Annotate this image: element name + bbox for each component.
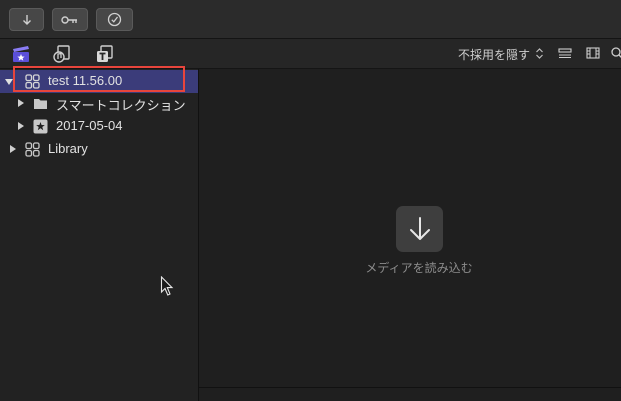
disclosure-triangle-closed-icon[interactable]: [17, 99, 25, 107]
app-window: 不採用を隠す test 11.56.00 スマートコレクション 2017-05-…: [0, 0, 621, 401]
background-tasks-button[interactable]: [96, 8, 133, 31]
download-arrow-icon: [22, 14, 31, 25]
library-grid-icon: [25, 142, 40, 157]
sidebar-item-event-2017-05-04[interactable]: 2017-05-04: [0, 115, 198, 138]
disclosure-triangle-closed-icon[interactable]: [9, 145, 17, 153]
keywords-button[interactable]: [52, 8, 88, 31]
import-media-button[interactable]: [396, 206, 443, 252]
search-icon[interactable]: [610, 46, 621, 60]
filmstrip-view-icon[interactable]: [586, 46, 600, 60]
disclosure-triangle-closed-icon[interactable]: [17, 122, 25, 130]
sidebar-item-library[interactable]: Library: [0, 138, 198, 161]
photos-audio-icon[interactable]: [52, 44, 72, 64]
clip-filter-label[interactable]: 不採用を隠す: [458, 46, 530, 63]
titles-generators-icon[interactable]: [95, 44, 115, 64]
folder-icon: [34, 99, 47, 109]
key-icon: [61, 15, 77, 24]
event-grid-icon: [25, 74, 40, 89]
checkmark-circle-icon: [107, 12, 122, 27]
sidebar-item-event-test[interactable]: test 11.56.00: [0, 70, 198, 93]
browser-bottom-divider: [199, 387, 621, 388]
disclosure-triangle-open-icon[interactable]: [5, 78, 13, 86]
import-media-label: メディアを読み込む: [365, 261, 473, 275]
libraries-clapper-icon[interactable]: [11, 44, 31, 64]
media-browser: メディアを読み込む: [199, 69, 621, 401]
libraries-sidebar: test 11.56.00 スマートコレクション 2017-05-04 Libr…: [0, 69, 199, 401]
sidebar-item-label: 2017-05-04: [56, 118, 123, 133]
mouse-pointer-icon: [160, 276, 174, 296]
chevron-updown-icon[interactable]: [535, 47, 544, 60]
star-event-icon: [33, 119, 48, 134]
list-view-icon[interactable]: [558, 46, 572, 60]
top-toolbar: [0, 0, 621, 39]
sidebar-item-label: スマートコレクション: [56, 98, 186, 113]
sidebar-item-smart-collections[interactable]: スマートコレクション: [0, 92, 198, 115]
sidebar-item-label: Library: [48, 141, 88, 156]
download-button[interactable]: [9, 8, 44, 31]
sidebar-item-label: test 11.56.00: [48, 73, 123, 88]
import-arrow-icon: [409, 217, 430, 240]
browser-header-bar: 不採用を隠す: [0, 39, 621, 69]
